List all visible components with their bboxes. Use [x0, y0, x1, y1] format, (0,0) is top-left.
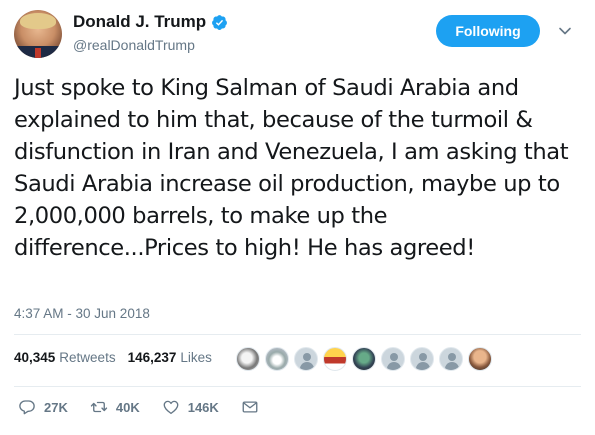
liker-avatar[interactable] — [323, 347, 347, 371]
heart-icon — [163, 400, 179, 415]
liker-avatar[interactable] — [410, 347, 434, 371]
likes-stat[interactable]: 146,237 Likes — [128, 350, 212, 365]
tweet-stats: 40,345 Retweets 146,237 Likes — [14, 350, 224, 365]
liker-avatar[interactable] — [236, 347, 260, 371]
tweet-actions: 27K 40K 146K — [18, 398, 289, 416]
like-button[interactable]: 146K — [162, 398, 219, 416]
display-name[interactable]: Donald J. Trump — [73, 12, 206, 32]
reply-icon — [19, 400, 35, 415]
like-count: 146K — [187, 399, 219, 415]
tweet-timestamp[interactable]: 4:37 AM - 30 Jun 2018 — [14, 306, 150, 321]
reply-count: 27K — [44, 399, 68, 415]
user-handle[interactable]: @realDonaldTrump — [73, 37, 195, 53]
likes-label: Likes — [180, 350, 212, 365]
retweet-button[interactable]: 40K — [90, 398, 140, 416]
message-icon — [242, 401, 258, 413]
name-row: Donald J. Trump — [73, 12, 228, 32]
chevron-down-icon[interactable] — [558, 24, 572, 38]
avatar-hair — [20, 13, 56, 29]
retweets-count: 40,345 — [14, 350, 56, 365]
liker-avatar[interactable] — [439, 347, 463, 371]
likers-avatars — [236, 347, 497, 371]
tweet-card: Donald J. Trump @realDonaldTrump Followi… — [0, 0, 595, 435]
divider — [14, 386, 581, 387]
retweet-icon — [90, 401, 108, 413]
reply-button[interactable]: 27K — [18, 398, 68, 416]
retweets-label: Retweets — [59, 350, 116, 365]
tweet-text: Just spoke to King Salman of Saudi Arabi… — [14, 75, 569, 261]
verified-badge-icon — [212, 14, 228, 30]
following-button[interactable]: Following — [436, 15, 540, 47]
avatar-tie — [35, 48, 41, 58]
liker-avatar[interactable] — [381, 347, 405, 371]
direct-message-button[interactable] — [241, 398, 267, 416]
liker-avatar[interactable] — [468, 347, 492, 371]
avatar[interactable] — [14, 10, 62, 58]
divider — [14, 334, 581, 335]
retweets-stat[interactable]: 40,345 Retweets — [14, 350, 116, 365]
likes-count: 146,237 — [127, 350, 177, 365]
liker-avatar[interactable] — [294, 347, 318, 371]
retweet-count: 40K — [115, 399, 140, 415]
liker-avatar[interactable] — [352, 347, 376, 371]
liker-avatar[interactable] — [265, 347, 289, 371]
